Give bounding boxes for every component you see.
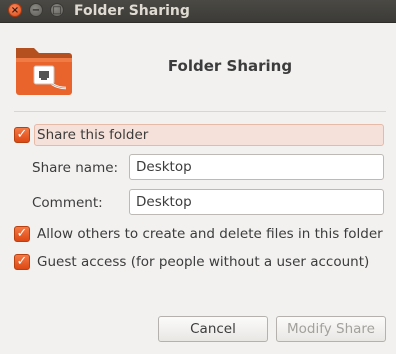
share-folder-checkbox[interactable]: ✓ [14,127,30,143]
guest-access-checkbox[interactable]: ✓ [14,254,30,270]
share-name-label: Share name: [32,160,119,176]
header-separator [14,111,386,112]
folder-share-icon [16,48,72,95]
comment-label: Comment: [32,195,103,211]
modify-share-button[interactable]: Modify Share [276,316,386,342]
share-folder-checkbox-row[interactable]: ✓ Share this folder [14,124,148,146]
folder-sharing-window: × − □ Folder Sharing Folder Sharing ✓ Sh… [0,0,396,354]
dialog-heading: Folder Sharing [167,57,293,75]
comment-input[interactable] [129,189,384,215]
close-window-button[interactable]: × [8,3,22,17]
window-title: Folder Sharing [74,3,190,19]
share-name-input[interactable] [129,154,384,180]
guest-access-checkbox-row[interactable]: ✓ Guest access (for people without a use… [14,251,369,273]
minimize-window-button[interactable]: − [29,3,43,17]
allow-others-checkbox[interactable]: ✓ [14,226,30,242]
guest-access-label: Guest access (for people without a user … [37,254,370,270]
share-folder-label: Share this folder [37,127,149,143]
cancel-button[interactable]: Cancel [158,316,268,342]
allow-others-checkbox-row[interactable]: ✓ Allow others to create and delete file… [14,223,383,245]
maximize-window-button[interactable]: □ [50,3,64,17]
allow-others-label: Allow others to create and delete files … [37,226,383,242]
title-bar[interactable]: × − □ Folder Sharing [0,0,396,23]
